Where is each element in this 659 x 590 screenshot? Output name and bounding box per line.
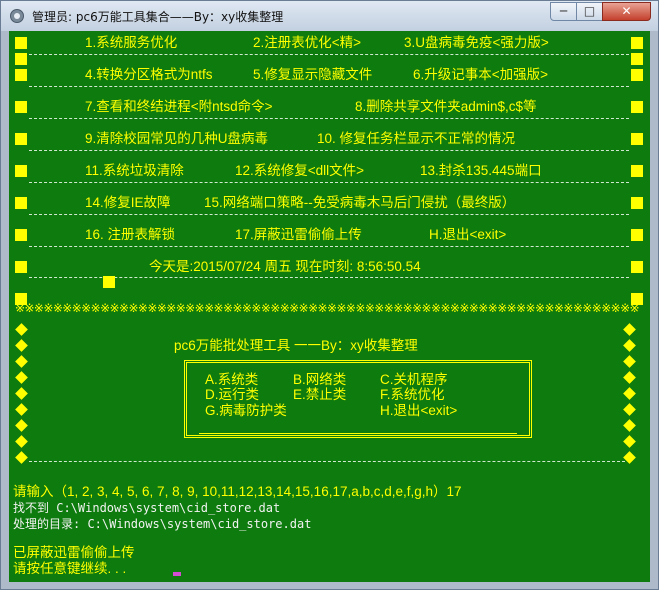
diamond-icon — [15, 355, 28, 368]
border-square-icon — [15, 197, 27, 209]
diamond-icon — [623, 339, 636, 352]
category-h: H.退出<exit> — [380, 403, 458, 418]
category-g: G.病毒防护类 — [205, 403, 287, 418]
panel-title: pc6万能批处理工具 一一By：xy收集整理 — [174, 338, 418, 353]
minimize-button[interactable]: ─ — [550, 2, 577, 21]
border-square-icon — [15, 165, 27, 177]
border-square-icon — [631, 133, 643, 145]
menu-item-5: 5.修复显示隐藏文件 — [253, 67, 373, 82]
diamond-icon — [623, 323, 636, 336]
border-square-icon — [15, 101, 27, 113]
menu-item-10: 10. 修复任务栏显示不正常的情况 — [317, 131, 516, 146]
category-f: F.系统优化 — [380, 387, 445, 402]
border-square-icon — [631, 37, 643, 49]
diamond-icon — [15, 339, 28, 352]
separator-line — [29, 246, 629, 247]
block-cursor-icon — [103, 276, 115, 288]
menu-item-4: 4.转换分区格式为ntfs — [85, 67, 213, 82]
close-button[interactable]: ✕ — [602, 2, 651, 21]
diamond-icon — [623, 387, 636, 400]
border-square-icon — [631, 69, 643, 81]
menu-item-11: 11.系统垃圾清除 — [85, 163, 184, 178]
box-divider — [199, 433, 517, 434]
processed-dir-message: 处理的目录: C:\Windows\system\cid_store.dat — [13, 517, 312, 531]
border-square-icon — [15, 69, 27, 81]
border-square-icon — [631, 197, 643, 209]
border-square-icon — [631, 261, 643, 273]
diamond-icon — [623, 355, 636, 368]
menu-item-2: 2.注册表优化<精> — [253, 35, 362, 50]
not-found-message: 找不到 C:\Windows\system\cid_store.dat — [13, 501, 281, 515]
border-square-icon — [631, 229, 643, 241]
diamond-icon — [623, 419, 636, 432]
menu-item-12: 12.系统修复<dll文件> — [235, 163, 365, 178]
border-square-icon — [15, 37, 27, 49]
border-square-icon — [15, 133, 27, 145]
border-square-icon — [631, 101, 643, 113]
category-a: A.系统类 — [205, 372, 259, 387]
star-divider: ※※※※※※※※※※※※※※※※※※※※※※※※※※※※※※※※※※※※※※※※… — [15, 301, 639, 315]
menu-item-14: 14.修复IE故障 — [85, 195, 171, 210]
separator-line — [29, 214, 629, 215]
menu-item-9: 9.清除校园常见的几种U盘病毒 — [85, 131, 269, 146]
menu-item-7: 7.查看和终结进程<附ntsd命令> — [85, 99, 273, 114]
menu-item-17: 17.屏蔽迅雷偷偷上传 — [235, 227, 362, 242]
diamond-icon — [623, 435, 636, 448]
separator-line — [29, 54, 629, 55]
text-cursor — [173, 572, 181, 576]
separator-line — [29, 150, 629, 151]
menu-item-15: 15.网络端口策略--免受病毒木马后门侵扰（最终版） — [204, 195, 516, 210]
border-square-icon — [15, 53, 27, 65]
diamond-icon — [623, 403, 636, 416]
menu-item-3: 3.U盘病毒免疫<强力版> — [404, 35, 549, 50]
blocked-message: 已屏蔽迅雷偷偷上传 — [13, 545, 135, 560]
menu-item-6: 6.升级记事本<加强版> — [413, 67, 549, 82]
border-square-icon — [631, 165, 643, 177]
diamond-icon — [15, 435, 28, 448]
diamond-icon — [15, 451, 28, 464]
category-b: B.网络类 — [293, 372, 347, 387]
title-bar[interactable]: 管理员: pc6万能工具集合——By：xy收集整理 ─ □ ✕ — [1, 1, 658, 31]
diamond-icon — [15, 371, 28, 384]
diamond-icon — [15, 387, 28, 400]
menu-item-13: 13.封杀135.445端口 — [420, 163, 542, 178]
border-square-icon — [15, 261, 27, 273]
console-output[interactable]: 1.系统服务优化 2.注册表优化<精> 3.U盘病毒免疫<强力版> 4.转换分区… — [9, 31, 650, 582]
console-window: 管理员: pc6万能工具集合——By：xy收集整理 ─ □ ✕ 1.系统服务优化… — [0, 0, 659, 590]
diamond-icon — [15, 403, 28, 416]
menu-item-1: 1.系统服务优化 — [85, 35, 178, 50]
diamond-icon — [15, 323, 28, 336]
diamond-icon — [623, 451, 636, 464]
category-c: C.关机程序 — [380, 372, 448, 387]
category-d: D.运行类 — [205, 387, 259, 402]
input-prompt: 请输入（1, 2, 3, 4, 5, 6, 7, 8, 9, 10,11,12,… — [13, 484, 462, 499]
diamond-icon — [15, 419, 28, 432]
maximize-button[interactable]: □ — [576, 2, 603, 21]
cmd-app-icon[interactable] — [10, 9, 24, 23]
window-title: 管理员: pc6万能工具集合——By：xy收集整理 — [32, 10, 284, 24]
diamond-icon — [623, 371, 636, 384]
category-e: E.禁止类 — [293, 387, 347, 402]
separator-line — [29, 118, 629, 119]
separator-line — [29, 86, 629, 87]
separator-line — [29, 277, 629, 278]
menu-item-16: 16. 注册表解锁 — [85, 227, 176, 242]
date-time-line: 今天是:2015/07/24 周五 现在时刻: 8:56:50.54 — [149, 259, 421, 274]
press-any-key-message: 请按任意键继续. . . — [13, 561, 127, 576]
menu-item-exit: H.退出<exit> — [429, 227, 507, 242]
border-square-icon — [631, 53, 643, 65]
separator-line — [29, 461, 625, 462]
separator-line — [29, 182, 629, 183]
menu-item-8: 8.删除共享文件夹admin$,c$等 — [355, 99, 537, 114]
border-square-icon — [15, 229, 27, 241]
